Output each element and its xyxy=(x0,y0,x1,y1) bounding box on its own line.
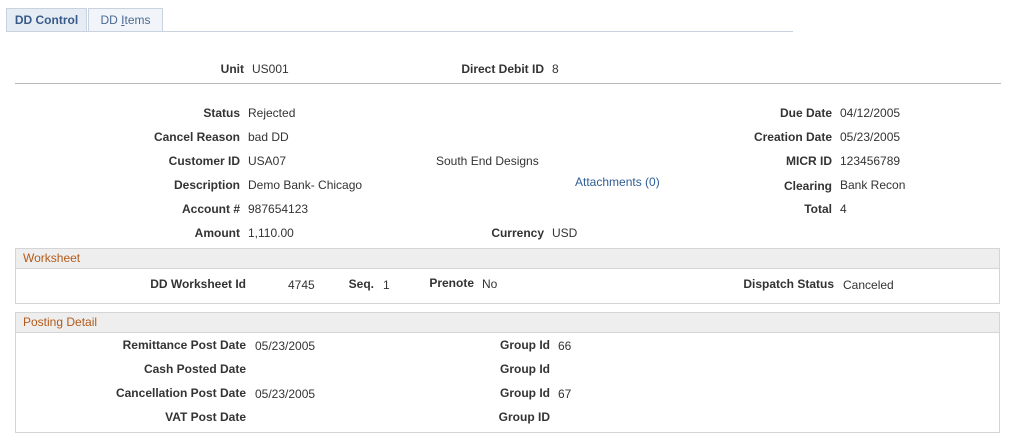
currency-label: Currency xyxy=(491,226,544,240)
cash-group-id-label: Group Id xyxy=(500,362,550,376)
header-divider xyxy=(15,83,1001,84)
total-label: Total xyxy=(804,202,832,216)
status-value: Rejected xyxy=(248,106,296,120)
tab-bar-divider xyxy=(6,31,793,32)
remittance-post-date-label: Remittance Post Date xyxy=(122,338,246,352)
direct-debit-id-value: 8 xyxy=(552,62,559,76)
customer-id-label: Customer ID xyxy=(168,154,240,168)
due-date-label: Due Date xyxy=(779,106,832,120)
dd-worksheet-id-label: DD Worksheet Id xyxy=(150,277,246,291)
customer-name: South End Designs xyxy=(436,154,539,168)
vat-group-id-label: Group ID xyxy=(498,410,550,424)
total-value: 4 xyxy=(840,202,847,216)
cancellation-group-id-label: Group Id xyxy=(500,386,550,400)
vat-post-date-label: VAT Post Date xyxy=(165,410,246,424)
remittance-post-date-value: 05/23/2005 xyxy=(255,339,316,353)
unit-label: Unit xyxy=(220,62,244,76)
account-number-value: 987654123 xyxy=(248,202,309,216)
creation-date-value: 05/23/2005 xyxy=(840,130,901,144)
tab-dd-control[interactable]: DD Control xyxy=(6,8,87,32)
tab-dd-items-label: DD Items xyxy=(100,13,151,27)
worksheet-group: Worksheet xyxy=(15,248,1000,304)
amount-label: Amount xyxy=(194,226,240,240)
posting-detail-group-title: Posting Detail xyxy=(16,313,999,333)
description-label: Description xyxy=(173,178,240,192)
cancel-reason-label: Cancel Reason xyxy=(153,130,240,144)
tab-dd-control-label: DD Control xyxy=(14,13,79,27)
customer-id-value: USA07 xyxy=(248,154,287,168)
cancel-reason-value: bad DD xyxy=(248,130,289,144)
remittance-group-id-value: 66 xyxy=(558,339,572,353)
status-label: Status xyxy=(203,106,240,120)
prenote-label: Prenote xyxy=(429,276,474,290)
currency-value: USD xyxy=(552,226,578,240)
description-value: Demo Bank- Chicago xyxy=(248,178,363,192)
micr-id-label: MICR ID xyxy=(786,154,832,168)
clearing-label: Clearing xyxy=(783,179,832,193)
account-number-label: Account # xyxy=(181,202,240,216)
amount-value: 1,110.00 xyxy=(248,226,294,240)
due-date-value: 04/12/2005 xyxy=(840,106,901,120)
seq-label: Seq. xyxy=(348,277,374,291)
seq-value: 1 xyxy=(383,278,390,292)
dispatch-status-value: Canceled xyxy=(843,278,894,292)
unit-value: US001 xyxy=(252,62,289,76)
cancellation-post-date-value: 05/23/2005 xyxy=(255,387,316,401)
worksheet-group-title: Worksheet xyxy=(16,249,999,269)
tab-dd-items[interactable]: DD Items xyxy=(88,8,163,31)
remittance-group-id-label: Group Id xyxy=(500,338,550,352)
dd-worksheet-id-value: 4745 xyxy=(288,278,315,292)
attachments-link[interactable]: Attachments (0) xyxy=(575,175,660,189)
clearing-value: Bank Recon xyxy=(840,178,906,192)
cancellation-group-id-value: 67 xyxy=(558,387,572,401)
cancellation-post-date-label: Cancellation Post Date xyxy=(115,386,246,400)
cash-posted-date-label: Cash Posted Date xyxy=(143,362,246,376)
direct-debit-id-label: Direct Debit ID xyxy=(461,62,544,76)
creation-date-label: Creation Date xyxy=(753,130,832,144)
prenote-value: No xyxy=(482,277,498,291)
dispatch-status-label: Dispatch Status xyxy=(743,277,834,291)
micr-id-value: 123456789 xyxy=(840,154,901,168)
